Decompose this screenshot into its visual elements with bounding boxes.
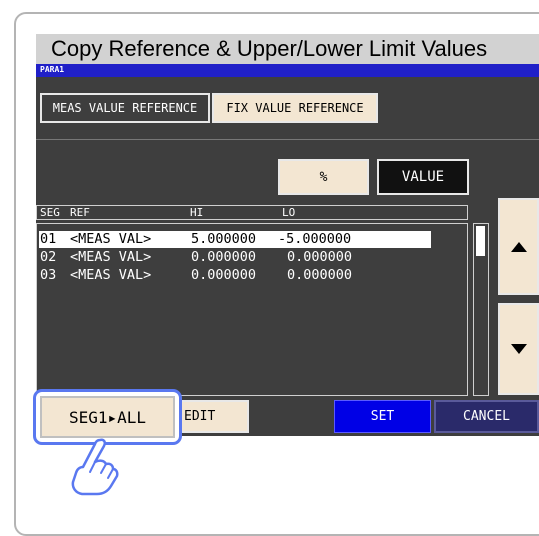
row-seg: 03 — [40, 267, 57, 283]
triangle-up-icon — [510, 241, 527, 252]
instrument-screen: PARA1 MEAS VALUE REFERENCE FIX VALUE REF… — [36, 64, 539, 436]
row-ref: <MEAS VAL> — [70, 267, 152, 283]
column-header-hi: HI — [190, 206, 204, 219]
scroll-down-button[interactable] — [498, 303, 539, 395]
row-seg: 02 — [40, 249, 57, 265]
value-button[interactable]: VALUE — [377, 159, 469, 195]
fix-value-reference-button[interactable]: FIX VALUE REFERENCE — [212, 93, 378, 123]
scrollbar-thumb[interactable] — [476, 226, 485, 256]
row-hi: 5.000000 — [191, 231, 257, 247]
row-hi: 0.000000 — [191, 267, 257, 283]
row-ref: <MEAS VAL> — [70, 231, 152, 247]
row-lo: -5.000000 — [278, 231, 352, 247]
column-header-ref: REF — [70, 206, 90, 219]
table-row[interactable]: 01 <MEAS VAL> 5.000000 -5.000000 — [39, 231, 431, 248]
table-header: SEG REF HI LO — [36, 205, 468, 220]
screen-header-label: PARA1 — [40, 65, 65, 74]
pointing-hand-icon — [71, 438, 119, 496]
row-seg: 01 — [40, 231, 57, 247]
title-bar: Copy Reference & Upper/Lower Limit Value… — [36, 34, 539, 64]
triangle-down-icon — [510, 344, 527, 354]
table-row[interactable]: 03 <MEAS VAL> 0.000000 0.000000 — [39, 267, 431, 284]
row-hi: 0.000000 — [191, 249, 257, 265]
percent-button[interactable]: % — [278, 159, 369, 195]
seg1-to-all-button[interactable]: SEG1▸ALL — [40, 396, 175, 438]
row-lo: 0.000000 — [287, 249, 353, 265]
column-header-lo: LO — [282, 206, 296, 219]
segment-list[interactable]: 01 <MEAS VAL> 5.000000 -5.000000 02 <MEA… — [36, 223, 468, 396]
meas-value-reference-button[interactable]: MEAS VALUE REFERENCE — [40, 93, 210, 123]
scroll-up-button[interactable] — [498, 198, 539, 295]
divider — [36, 139, 539, 140]
cancel-button[interactable]: CANCEL — [434, 400, 539, 433]
set-button[interactable]: SET — [334, 400, 431, 433]
list-scrollbar[interactable] — [473, 223, 489, 396]
page-title: Copy Reference & Upper/Lower Limit Value… — [51, 36, 488, 61]
column-header-seg: SEG — [40, 206, 60, 219]
row-ref: <MEAS VAL> — [70, 249, 152, 265]
screen-header: PARA1 — [36, 64, 539, 77]
row-lo: 0.000000 — [287, 267, 353, 283]
edit-button-label: EDIT — [184, 409, 216, 424]
table-row[interactable]: 02 <MEAS VAL> 0.000000 0.000000 — [39, 249, 431, 266]
